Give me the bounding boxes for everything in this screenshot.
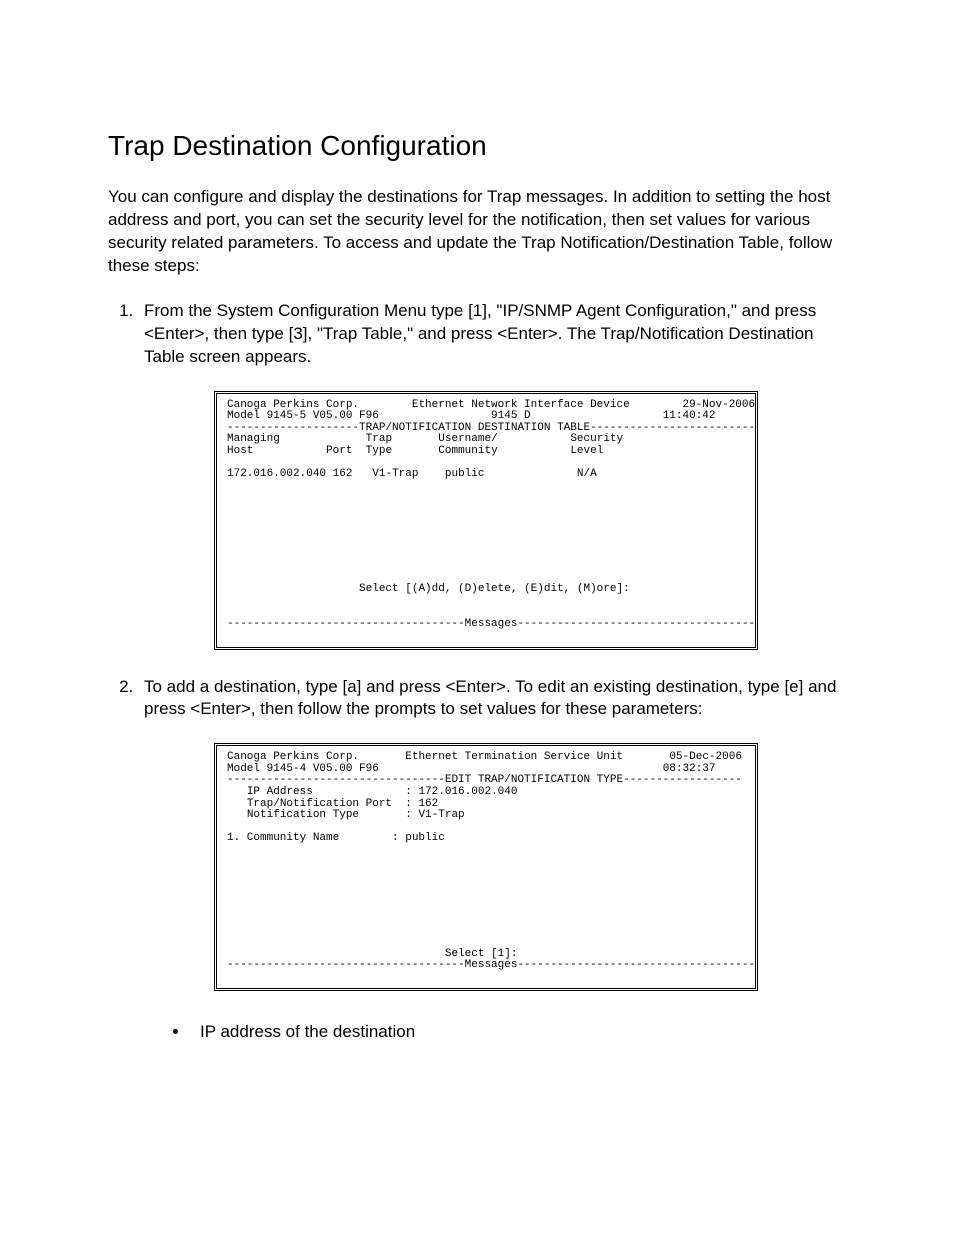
step-1: From the System Configuration Menu type … bbox=[138, 300, 846, 650]
bullet-item-1-text: IP address of the destination bbox=[200, 1021, 846, 1044]
bullet-item-1: IP address of the destination bbox=[190, 1021, 846, 1044]
step-2-text: To add a destination, type [a] and press… bbox=[144, 677, 836, 719]
step-1-text: From the System Configuration Menu type … bbox=[144, 301, 816, 366]
terminal-2-content: ​Canoga Perkins Corp. Ethernet Terminati… bbox=[227, 752, 745, 971]
page-title: Trap Destination Configuration bbox=[108, 130, 846, 162]
terminal-screen-2: ​Canoga Perkins Corp. Ethernet Terminati… bbox=[214, 743, 758, 990]
terminal-1-content: ​Canoga Perkins Corp. Ethernet Network I… bbox=[227, 400, 745, 631]
step-2: To add a destination, type [a] and press… bbox=[138, 676, 846, 1044]
intro-paragraph: You can configure and display the destin… bbox=[108, 186, 846, 278]
terminal-screen-1: ​Canoga Perkins Corp. Ethernet Network I… bbox=[214, 391, 758, 650]
